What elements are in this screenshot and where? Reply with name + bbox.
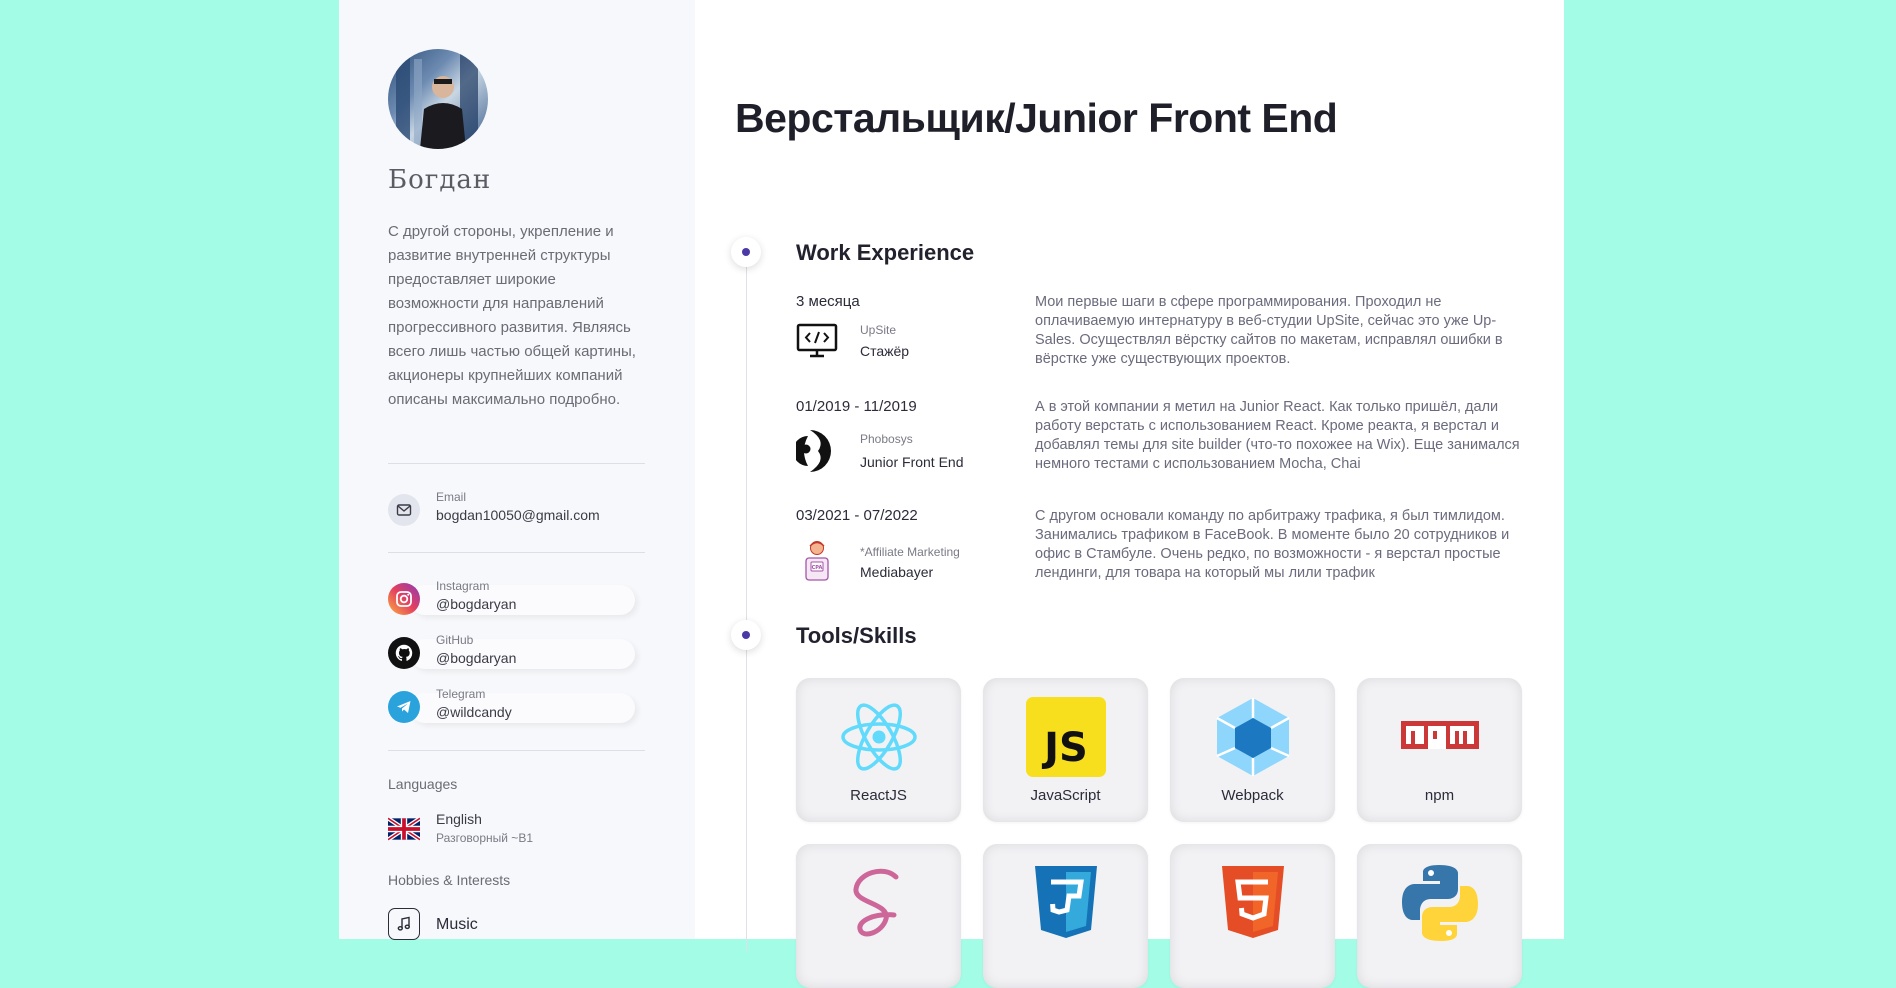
- profile-sidebar: Богдан С другой стороны, укрепление и ра…: [339, 0, 695, 940]
- skill-name: JavaScript: [1030, 787, 1101, 804]
- sass-icon: [838, 862, 920, 944]
- job-entry: 03/2021 - 07/2022 CPA *Affiliate Marketi…: [796, 507, 1526, 587]
- skill-card-python: [1357, 844, 1522, 988]
- hobbies-heading: Hobbies & Interests: [388, 872, 511, 888]
- html5-icon: [1212, 862, 1294, 944]
- job-company: Phobosys: [860, 432, 913, 446]
- skill-card-html5: [1170, 844, 1335, 988]
- divider: [388, 552, 645, 553]
- divider: [388, 463, 645, 464]
- phobosys-logo-icon: [796, 428, 838, 474]
- react-icon: [838, 696, 920, 778]
- job-company: UpSite: [860, 323, 897, 337]
- social-handle[interactable]: @wildcandy: [436, 704, 512, 720]
- timeline-line: [746, 252, 747, 952]
- npm-icon: [1399, 696, 1481, 778]
- skill-card-webpack: Webpack: [1170, 678, 1335, 822]
- job-period: 3 месяца: [796, 293, 860, 310]
- skill-card-css3: [983, 844, 1148, 988]
- social-telegram[interactable]: Telegram @wildcandy: [388, 687, 645, 725]
- job-description: С другом основали команду по арбитражу т…: [1035, 508, 1510, 581]
- job-role: Junior Front End: [860, 454, 964, 470]
- job-entry: 3 месяца UpSite Стажёр Мои первые шаги в…: [796, 293, 1526, 373]
- profile-name: Богдан: [388, 165, 492, 195]
- github-icon: [388, 637, 420, 669]
- skill-card-react: ReactJS: [796, 678, 961, 822]
- social-handle[interactable]: @bogdaryan: [436, 650, 516, 666]
- css3-icon: [1025, 862, 1107, 944]
- page-title: Верстальщик/Junior Front End: [735, 95, 1338, 141]
- social-label: Instagram: [436, 579, 490, 593]
- job-company: *Affiliate Marketing: [860, 545, 960, 559]
- skill-name: npm: [1424, 787, 1455, 804]
- webpack-icon: [1212, 696, 1294, 778]
- cpa-person-icon: CPA: [796, 538, 838, 582]
- email-label: Email: [436, 490, 467, 504]
- profile-bio: С другой стороны, укрепление и развитие …: [388, 223, 636, 408]
- skills-heading: Tools/Skills: [796, 623, 917, 648]
- hobby-name: Music: [436, 916, 478, 933]
- social-handle[interactable]: @bogdaryan: [436, 596, 516, 612]
- python-icon: [1399, 862, 1481, 944]
- svg-text:CPA: CPA: [812, 565, 823, 571]
- javascript-icon: JS: [1025, 696, 1107, 778]
- telegram-icon: [388, 691, 420, 723]
- language-level: Разговорный ~B1: [436, 831, 533, 845]
- job-period: 01/2019 - 11/2019: [796, 398, 917, 415]
- svg-text:JS: JS: [1041, 725, 1088, 771]
- language-name: English: [436, 811, 482, 827]
- email-value[interactable]: bogdan10050@gmail.com: [436, 507, 600, 523]
- language-item: English Разговорный ~B1: [388, 811, 645, 847]
- contact-email[interactable]: Email bogdan10050@gmail.com: [388, 490, 645, 530]
- social-label: Telegram: [436, 687, 486, 701]
- uk-flag-icon: [388, 817, 420, 841]
- skill-card-sass: [796, 844, 961, 988]
- languages-heading: Languages: [388, 776, 458, 792]
- job-period: 03/2021 - 07/2022: [796, 507, 918, 524]
- main-content: Верстальщик/Junior Front End Work Experi…: [695, 0, 1564, 988]
- job-description: А в этой компании я метил на Junior Reac…: [1035, 399, 1520, 472]
- hobby-item: Music: [388, 908, 645, 940]
- job-description: Мои первые шаги в сфере программирования…: [1035, 294, 1503, 367]
- avatar: [388, 49, 488, 149]
- job-role: Mediabayer: [860, 564, 934, 580]
- job-role: Стажёр: [860, 343, 910, 359]
- job-entry: 01/2019 - 11/2019 Phobosys Junior Front …: [796, 398, 1526, 478]
- skill-card-javascript: JS JavaScript: [983, 678, 1148, 822]
- divider: [388, 750, 645, 751]
- skill-card-npm: npm: [1357, 678, 1522, 822]
- timeline-dot: [731, 620, 761, 650]
- skill-name: Webpack: [1221, 787, 1284, 804]
- music-note-icon: [388, 908, 420, 940]
- instagram-icon: [388, 583, 420, 615]
- experience-heading: Work Experience: [796, 240, 975, 265]
- social-instagram[interactable]: Instagram @bogdaryan: [388, 579, 645, 617]
- timeline-dot: [731, 237, 761, 267]
- social-label: GitHub: [436, 633, 474, 647]
- code-monitor-icon: [796, 321, 838, 361]
- mail-icon: [388, 494, 420, 526]
- skill-name: ReactJS: [850, 787, 907, 804]
- social-github[interactable]: GitHub @bogdaryan: [388, 633, 645, 671]
